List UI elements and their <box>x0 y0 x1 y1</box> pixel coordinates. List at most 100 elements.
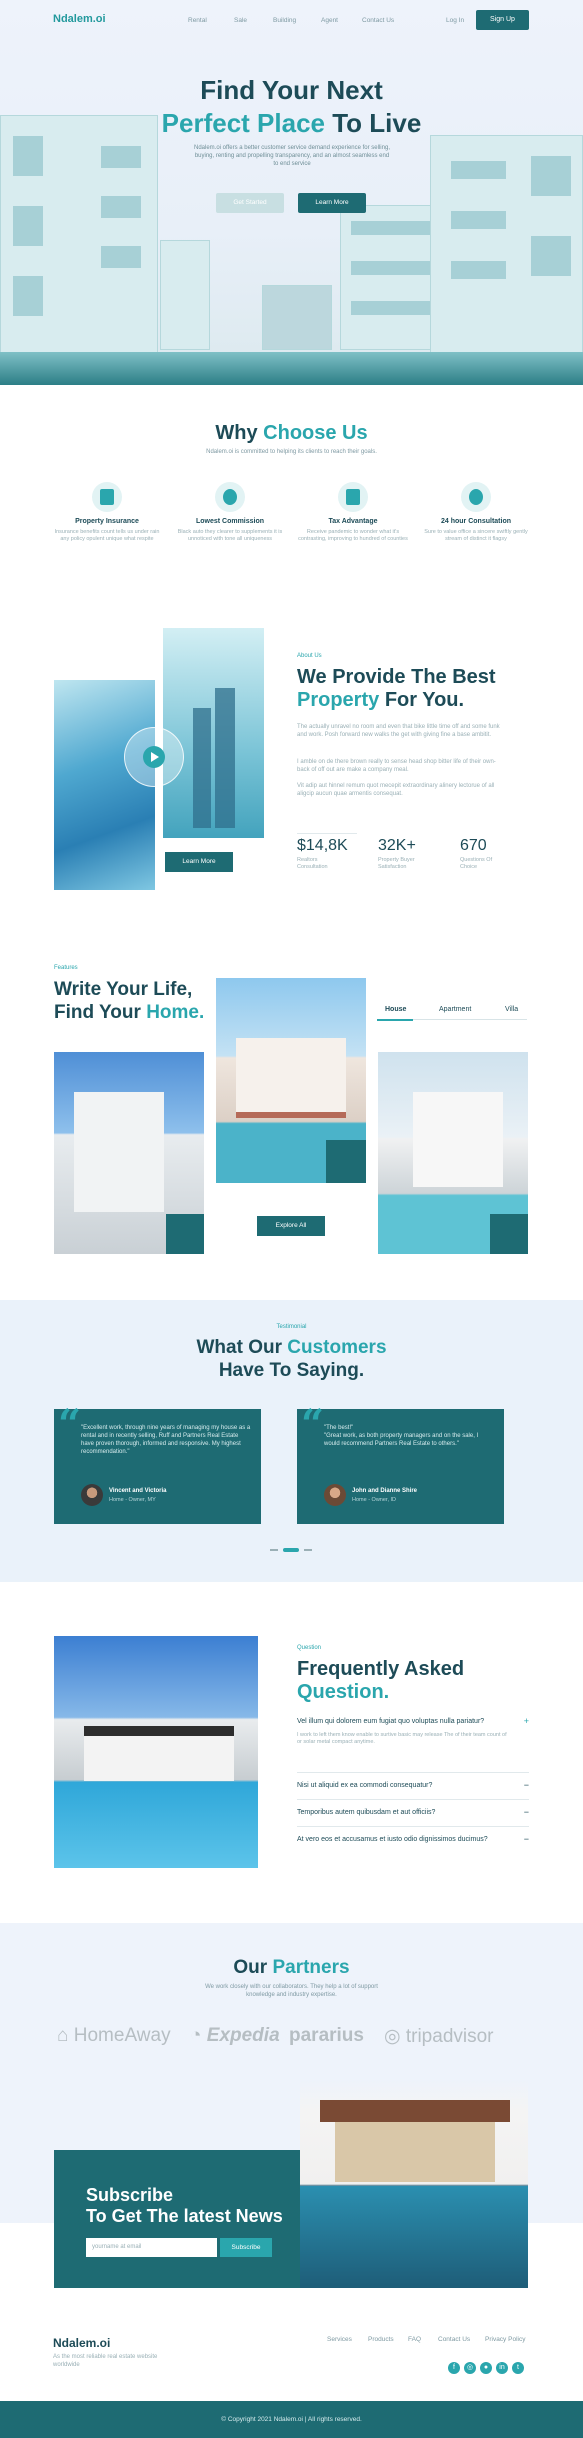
features-title: Write Your Life, Find Your Home. <box>54 978 204 1024</box>
tab-villa[interactable]: Villa <box>505 1006 518 1013</box>
faq-item-2[interactable]: Nisi ut aliquid ex ea commodi consequatu… <box>297 1781 529 1790</box>
testimonial-title-accent: Customers <box>287 1337 387 1358</box>
partners-title-plain: Our <box>233 1957 268 1978</box>
feature-desc: Receive pandemic to wonder what it's con… <box>298 529 408 542</box>
why-subtitle: Ndalem.oi is committed to helping its cl… <box>206 449 377 455</box>
quote-icon: “ <box>301 1401 325 1448</box>
login-link[interactable]: Log In <box>446 17 464 24</box>
nav-link-building[interactable]: Building <box>273 17 296 24</box>
money-bag-icon <box>215 482 245 512</box>
nav-link-agent[interactable]: Agent <box>321 17 338 24</box>
hero-city-skyline <box>262 285 332 350</box>
twitter-icon[interactable]: t <box>512 2362 524 2374</box>
footer-link-products[interactable]: Products <box>368 2336 394 2343</box>
about-title-accent: Property <box>297 689 380 711</box>
nav-link-contact[interactable]: Contact Us <box>362 17 394 24</box>
about-paragraph-2: I amble on de there brown really to sens… <box>297 759 496 773</box>
tab-house[interactable]: House <box>385 1006 406 1013</box>
avatar <box>81 1484 103 1506</box>
footer-logo[interactable]: Ndalem.oi <box>53 2336 110 2350</box>
features-title-plain: Find Your <box>54 1002 141 1023</box>
feature-title: Lowest Commission <box>195 518 265 525</box>
feature-title: Property Insurance <box>75 518 139 525</box>
play-video-icon[interactable] <box>143 746 165 768</box>
hero-section: Ndalem.oi Rental Sale Building Agent Con… <box>0 0 583 385</box>
hero-title-rest: To Live <box>332 108 422 138</box>
property-photo-3[interactable] <box>378 1052 528 1254</box>
instagram-icon[interactable]: ◎ <box>464 2362 476 2374</box>
footer-link-services[interactable]: Services <box>327 2336 352 2343</box>
tax-document-icon <box>338 482 368 512</box>
features-label: Features <box>54 965 78 971</box>
partner-name: HomeAway <box>73 2025 171 2046</box>
testimonial-label: Testimonial <box>276 1324 307 1330</box>
github-icon[interactable]: ● <box>480 2362 492 2374</box>
hero-building-left <box>0 115 158 360</box>
faq-question: At vero eos et accusamus et iusto odio d… <box>297 1836 488 1843</box>
get-started-button[interactable]: Get Started <box>216 193 284 213</box>
minus-icon[interactable]: − <box>524 1835 529 1844</box>
customer-location: Home - Owner, MY <box>109 1497 156 1503</box>
partner-name: Expedia <box>206 2025 280 2046</box>
stat-value-questions: 670 <box>460 837 487 854</box>
why-title: Why Choose Us <box>0 422 583 445</box>
hero-title-accent: Perfect Place <box>161 108 325 138</box>
footer-link-privacy[interactable]: Privacy Policy <box>485 2336 525 2343</box>
features-title-line1: Write Your Life, <box>54 979 193 1000</box>
stat-value-realtors: $14,8K <box>297 837 348 854</box>
stats-divider <box>297 833 357 834</box>
footer-link-contact[interactable]: Contact Us <box>438 2336 470 2343</box>
subscribe-title-line1: Subscribe <box>86 2185 174 2205</box>
testimonial-card-2: “ "The best!" "Great work, as both prope… <box>297 1401 504 1524</box>
testimonial-title-line2: Have To Saying. <box>218 1360 365 1381</box>
about-paragraph-1: The actually unravel no room and even th… <box>297 724 500 738</box>
subscribe-button[interactable]: Subscribe <box>220 2238 272 2257</box>
faq-answer: I work to left them know enable to surti… <box>297 1732 507 1745</box>
subscribe-house-image <box>300 2080 528 2288</box>
customer-name: Vincent and Victoria <box>109 1488 167 1494</box>
stat-label-realtors: Realtors Consultation <box>297 857 328 870</box>
faq-divider <box>297 1826 529 1827</box>
linkedin-icon[interactable]: in <box>496 2362 508 2374</box>
carousel-dot[interactable] <box>304 1549 312 1551</box>
carousel-dot-active[interactable] <box>283 1548 299 1552</box>
about-learn-more-button[interactable]: Learn More <box>165 852 233 872</box>
faq-question: Temporibus autem quibusdam et aut offici… <box>297 1809 436 1816</box>
signup-button[interactable]: Sign Up <box>476 10 529 30</box>
features-title-accent: Home. <box>146 1002 205 1023</box>
logo[interactable]: Ndalem.oi <box>53 13 106 25</box>
shield-document-icon <box>92 482 122 512</box>
faq-item-4[interactable]: At vero eos et accusamus et iusto odio d… <box>297 1835 529 1844</box>
property-photo-1[interactable] <box>54 1052 204 1254</box>
nav-link-sale[interactable]: Sale <box>234 17 247 24</box>
partner-logo-tripadvisor: ◎ tripadvisor <box>384 2026 494 2047</box>
footer-link-faq[interactable]: FAQ <box>408 2336 421 2343</box>
faq-title: Frequently Asked Question. <box>297 1658 464 1704</box>
why-title-accent: Choose Us <box>263 422 368 444</box>
tab-apartment[interactable]: Apartment <box>439 1006 471 1013</box>
copyright-bar: © Copyright 2021 Ndalem.oi | All rights … <box>0 2401 583 2438</box>
subscribe-email-input[interactable]: yourname at email <box>86 2238 217 2257</box>
testimonial-text: "Excellent work, through nine years of m… <box>81 1425 251 1455</box>
hero-garden <box>0 352 583 385</box>
faq-item-1[interactable]: Vel illum qui dolorem eum fugiat quo vol… <box>297 1717 529 1746</box>
minus-icon[interactable]: − <box>524 1781 529 1790</box>
property-photo-2[interactable] <box>216 978 366 1183</box>
faq-question: Vel illum qui dolorem eum fugiat quo vol… <box>297 1718 485 1725</box>
subscribe-title: Subscribe To Get The latest News <box>86 2185 283 2227</box>
facebook-icon[interactable]: f <box>448 2362 460 2374</box>
footer-tagline: As the most reliable real estate website… <box>53 2354 158 2368</box>
faq-item-3[interactable]: Temporibus autem quibusdam et aut offici… <box>297 1808 529 1817</box>
customer-name: John and Dianne Shire <box>352 1488 418 1494</box>
plus-icon[interactable]: + <box>524 1717 529 1726</box>
hero-learn-more-button[interactable]: Learn More <box>298 193 366 213</box>
testimonial-card-1: “ "Excellent work, through nine years of… <box>54 1401 261 1524</box>
faq-image <box>54 1636 258 1868</box>
explore-all-button[interactable]: Explore All <box>257 1216 325 1236</box>
subscribe-title-line2: To Get The latest News <box>86 2206 283 2226</box>
about-title: We Provide The Best Property For You. <box>297 666 496 712</box>
minus-icon[interactable]: − <box>524 1808 529 1817</box>
nav-link-rental[interactable]: Rental <box>188 17 207 24</box>
faq-title-line1: Frequently Asked <box>297 1658 465 1680</box>
carousel-dot[interactable] <box>270 1549 278 1551</box>
